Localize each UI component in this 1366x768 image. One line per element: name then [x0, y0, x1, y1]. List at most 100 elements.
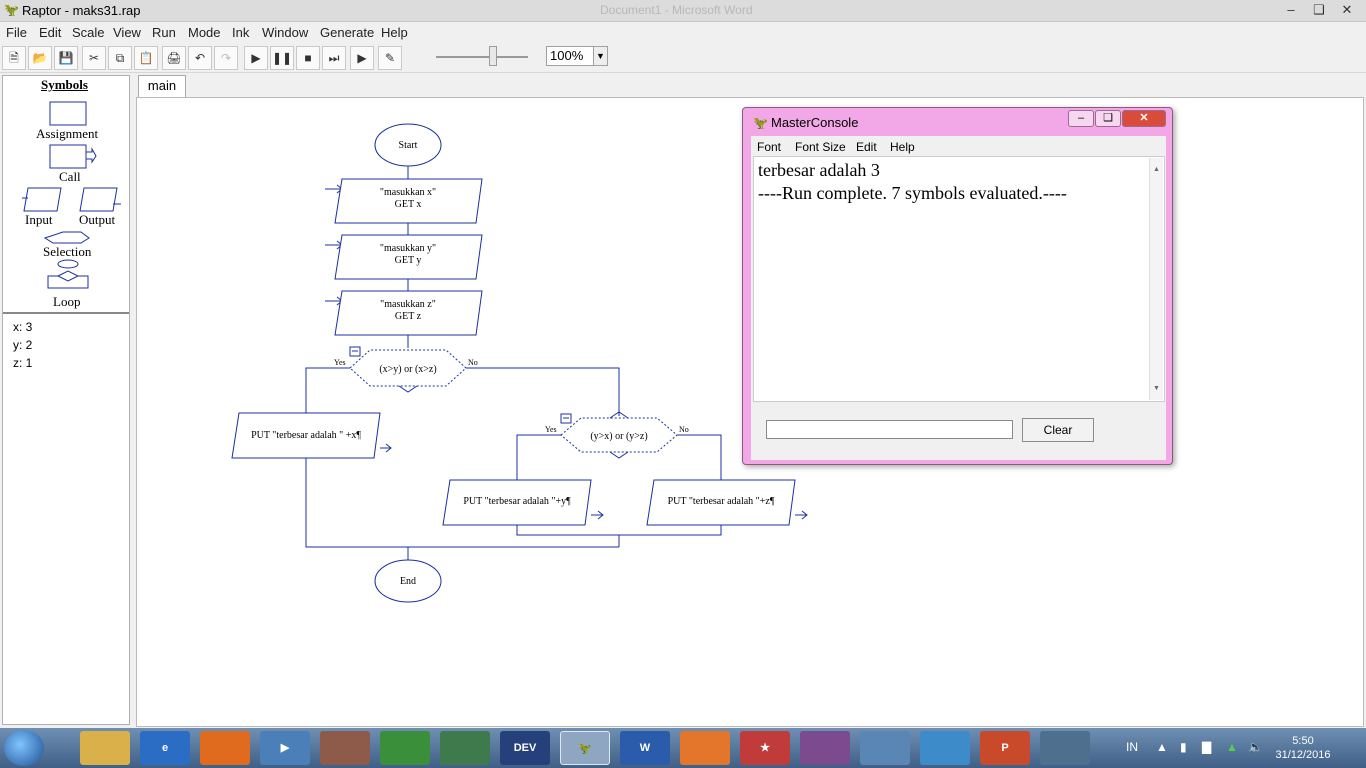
call-symbol[interactable] [49, 144, 87, 169]
print-icon[interactable]: 🖨 [162, 46, 186, 70]
close-button[interactable]: ✕ [1334, 1, 1360, 19]
star-app-icon[interactable]: ★ [740, 731, 790, 765]
pen-ink-icon[interactable]: ✎ [378, 46, 402, 70]
selection-symbol[interactable] [43, 231, 90, 244]
taskbar: e ▶ DEV 🦖 W ★ P IN ▲ ▮ ▇ ▲ 🔈 5:50 31/12/… [0, 728, 1366, 768]
copy-icon[interactable]: ⧉ [108, 46, 132, 70]
zoom-select[interactable]: 100% ▼ [546, 46, 608, 66]
console-menu-font-size[interactable]: Font Size [795, 140, 846, 154]
winrar-icon[interactable] [800, 731, 850, 765]
clear-button[interactable]: Clear [1022, 418, 1094, 442]
word-icon[interactable]: W [620, 731, 670, 765]
clock-time: 5:50 [1292, 735, 1314, 747]
assignment-label: Assignment [36, 126, 99, 141]
assignment-symbol[interactable] [49, 101, 87, 126]
input-y-get: GET y [395, 255, 422, 266]
selection-2-yes: Yes [545, 425, 557, 434]
master-console-window: 🦖 MasterConsole – ❑ ✕ Font Font Size Edi… [742, 107, 1173, 465]
virtualbox-icon[interactable] [920, 731, 970, 765]
minimize-button[interactable]: – [1278, 1, 1304, 19]
menu-run[interactable]: Run [152, 25, 176, 40]
tab-main[interactable]: main [138, 75, 186, 97]
clock[interactable]: 5:50 31/12/2016 [1268, 734, 1338, 762]
cut-icon[interactable]: ✂ [82, 46, 106, 70]
scroll-down-icon[interactable]: ▼ [1150, 377, 1163, 400]
input-x-get: GET x [395, 199, 422, 210]
firefox-icon[interactable] [200, 731, 250, 765]
console-command-input[interactable] [766, 420, 1013, 439]
output-symbol[interactable] [79, 187, 118, 212]
console-output[interactable]: terbesar adalah 3 ----Run complete. 7 sy… [753, 156, 1165, 402]
console-scrollbar[interactable]: ▲ ▼ [1149, 158, 1163, 400]
redo-icon[interactable]: ↷ [214, 46, 238, 70]
xampp-icon[interactable] [680, 731, 730, 765]
input-y-prompt: "masukkan y" [380, 243, 436, 254]
stop-icon[interactable]: ■ [296, 46, 320, 70]
input-x-prompt: "masukkan x" [380, 187, 436, 198]
language-indicator[interactable]: IN [1126, 740, 1138, 754]
clock-date: 31/12/2016 [1275, 749, 1331, 761]
raptor-app-icon: 🦖 [4, 3, 19, 17]
app-icon[interactable] [320, 731, 370, 765]
variable-y[interactable]: y: 2 [13, 336, 129, 354]
chevron-down-icon[interactable]: ▼ [593, 47, 607, 65]
execute-to-completion-icon[interactable]: ▶ [350, 46, 374, 70]
scroll-up-icon[interactable]: ▲ [1150, 158, 1163, 181]
notepad-icon[interactable] [1040, 731, 1090, 765]
media-player-icon[interactable]: ▶ [260, 731, 310, 765]
output-x-text: PUT "terbesar adalah " +x¶ [251, 430, 361, 441]
speed-slider-track[interactable] [436, 56, 528, 58]
menu-help[interactable]: Help [381, 25, 408, 40]
console-menu-help[interactable]: Help [890, 140, 915, 154]
menu-file[interactable]: File [6, 25, 27, 40]
step-icon[interactable]: ⏭ [322, 46, 346, 70]
symbols-panel: Symbols Assignment Call Input Output Sel… [2, 75, 130, 725]
file-explorer-icon[interactable] [80, 731, 130, 765]
signal-icon[interactable]: ▇ [1202, 740, 1211, 754]
end-label: End [400, 576, 416, 587]
volume-icon[interactable]: 🔈 [1248, 740, 1263, 754]
loop-symbol-top[interactable] [57, 259, 79, 269]
image-viewer-icon[interactable] [860, 731, 910, 765]
sync-icon[interactable]: ▲ [1226, 740, 1238, 754]
pause-icon[interactable]: ❚❚ [270, 46, 294, 70]
menu-edit[interactable]: Edit [39, 25, 61, 40]
menu-ink[interactable]: Ink [232, 25, 249, 40]
input-z-prompt: "masukkan z" [380, 299, 436, 310]
selection-1-yes: Yes [334, 358, 346, 367]
console-maximize-button[interactable]: ❑ [1095, 110, 1121, 127]
console-line-2: ----Run complete. 7 symbols evaluated.--… [758, 183, 1067, 203]
menu-mode[interactable]: Mode [188, 25, 221, 40]
dev-cpp-icon[interactable]: DEV [500, 731, 550, 765]
network-tool-icon[interactable] [440, 731, 490, 765]
powerpoint-icon[interactable]: P [980, 731, 1030, 765]
console-menu-font[interactable]: Font [757, 140, 781, 154]
menu-view[interactable]: View [113, 25, 141, 40]
new-file-icon[interactable]: 🗎 [2, 46, 26, 70]
battery-icon[interactable]: ▮ [1180, 740, 1187, 754]
variable-x[interactable]: x: 3 [13, 318, 129, 336]
paste-icon[interactable]: 📋 [134, 46, 158, 70]
console-menu-edit[interactable]: Edit [856, 140, 877, 154]
maximize-button[interactable]: ❑ [1306, 1, 1332, 19]
speed-slider-thumb[interactable] [489, 46, 497, 66]
internet-explorer-icon[interactable]: e [140, 731, 190, 765]
run-play-icon[interactable]: ▶ [244, 46, 268, 70]
variable-z[interactable]: z: 1 [13, 354, 129, 372]
save-icon[interactable]: 💾 [54, 46, 78, 70]
menu-window[interactable]: Window [262, 25, 308, 40]
open-folder-icon[interactable]: 📂 [28, 46, 52, 70]
console-close-button[interactable]: ✕ [1122, 110, 1166, 127]
undo-icon[interactable]: ↶ [188, 46, 212, 70]
input-symbol[interactable] [23, 187, 62, 212]
console-body: Font Font Size Edit Help terbesar adalah… [751, 136, 1166, 460]
menu-scale[interactable]: Scale [72, 25, 105, 40]
selection-label: Selection [43, 244, 92, 259]
menu-generate[interactable]: Generate [320, 25, 374, 40]
raptor-taskbar-icon[interactable]: 🦖 [560, 731, 610, 765]
console-minimize-button[interactable]: – [1068, 110, 1094, 127]
chrome-icon[interactable] [380, 731, 430, 765]
show-hidden-icon[interactable]: ▲ [1156, 740, 1168, 754]
selection-2-condition: (y>x) or (y>z) [590, 431, 647, 442]
start-button[interactable] [4, 730, 44, 766]
